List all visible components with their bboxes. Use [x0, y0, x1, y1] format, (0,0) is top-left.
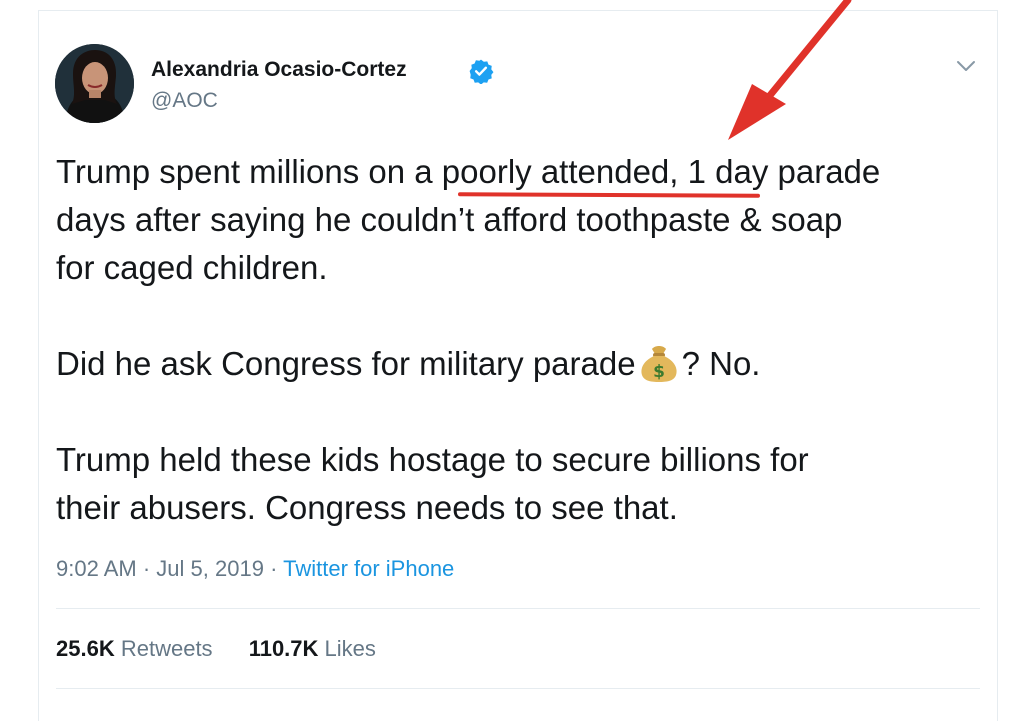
- tweet-date[interactable]: Jul 5, 2019: [156, 556, 264, 581]
- likes-label: Likes: [324, 636, 376, 661]
- tweet-text-line-4-start: Did he ask Congress for military parade: [56, 345, 636, 382]
- chevron-down-icon[interactable]: [955, 58, 977, 74]
- meta-separator: ·: [142, 556, 151, 581]
- tweet-text-line-1: Trump spent millions on a poorly attende…: [56, 153, 881, 190]
- tweet-text-line-3: for caged children.: [56, 249, 328, 286]
- likes-stat[interactable]: 110.7K Likes: [249, 636, 376, 662]
- retweets-stat[interactable]: 25.6K Retweets: [56, 636, 213, 662]
- red-arrow-annotation: [728, 0, 852, 140]
- retweets-count: 25.6K: [56, 636, 115, 661]
- divider: [56, 688, 980, 689]
- tweet-time[interactable]: 9:02 AM: [56, 556, 137, 581]
- tweet-text-line-6: their abusers. Congress needs to see tha…: [56, 489, 678, 526]
- tweet-stats: 25.6K Retweets 110.7K Likes: [56, 636, 406, 662]
- author-name[interactable]: Alexandria Ocasio-Cortez: [151, 58, 407, 82]
- tweet-metadata: 9:02 AM · Jul 5, 2019 · Twitter for iPho…: [56, 556, 454, 582]
- divider: [56, 608, 980, 609]
- tweet-text-line-2: days after saying he couldn’t afford too…: [56, 201, 843, 238]
- meta-separator: ·: [270, 556, 278, 581]
- avatar[interactable]: [55, 44, 134, 123]
- tweet-text-line-4: Did he ask Congress for military parade …: [56, 340, 760, 388]
- tweet-source-link[interactable]: Twitter for iPhone: [283, 556, 454, 581]
- retweets-label: Retweets: [120, 636, 213, 661]
- verified-badge-icon: [469, 59, 494, 84]
- likes-count: 110.7K: [248, 636, 319, 661]
- money-bag-icon: $: [641, 346, 677, 382]
- svg-text:$: $: [653, 362, 665, 382]
- tweet-text-line-4-end: ? No.: [681, 345, 761, 382]
- tweet-text-line-5: Trump held these kids hostage to secure …: [56, 441, 809, 478]
- author-handle[interactable]: @AOC: [151, 89, 218, 113]
